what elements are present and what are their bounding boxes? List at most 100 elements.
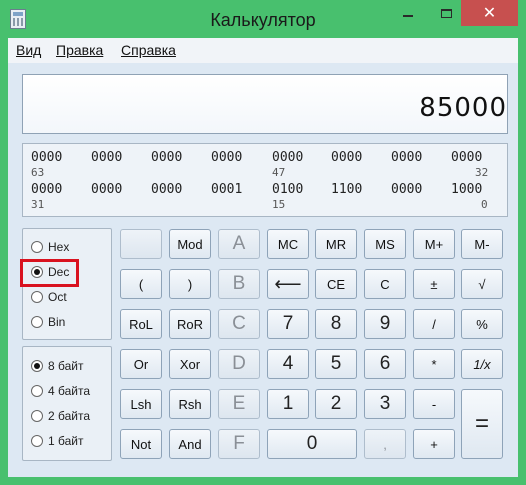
maximize-button[interactable] [431,0,461,26]
result-display: 85000 [22,74,508,134]
radio-indicator [31,360,43,372]
mc-button[interactable]: MC [267,229,309,259]
radio-oct[interactable]: Oct [31,287,67,307]
bit-position-label: 15 [272,198,286,211]
bit-group[interactable]: 0000 [451,150,482,165]
calculator-body: Вид Правка Справка 85000 0000 0000 0000 … [8,38,518,477]
not-button[interactable]: Not [120,429,162,459]
bit-group[interactable]: 0000 [151,150,182,165]
radio-1-byte[interactable]: 1 байт [31,431,83,451]
backspace-button[interactable]: ⟵ [267,269,309,299]
bit-group[interactable]: 1000 [451,182,482,197]
digit-1-button[interactable]: 1 [267,389,309,419]
digit-3-button[interactable]: 3 [364,389,406,419]
bit-group[interactable]: 0100 [272,182,303,197]
mod-button[interactable]: Mod [169,229,211,259]
bit-position-label: 32 [475,166,489,179]
bit-group[interactable]: 0000 [272,150,303,165]
title-bar[interactable]: Калькулятор ✕ [0,0,526,38]
radio-bin[interactable]: Bin [31,312,65,332]
open-paren-button[interactable]: ( [120,269,162,299]
hex-c-button[interactable]: C [218,309,260,339]
radio-2-bytes[interactable]: 2 байта [31,406,90,426]
radio-indicator [31,385,43,397]
bit-group[interactable]: 0000 [91,150,122,165]
bit-position-label: 63 [31,166,45,179]
close-button[interactable]: ✕ [461,0,518,26]
ror-button[interactable]: RoR [169,309,211,339]
menu-help[interactable]: Справка [121,42,176,58]
radio-hex[interactable]: Hex [31,237,69,257]
digit-7-button[interactable]: 7 [267,309,309,339]
rol-button[interactable]: RoL [120,309,162,339]
radio-4-bytes[interactable]: 4 байта [31,381,90,401]
bit-group[interactable]: 0000 [31,150,62,165]
hex-d-button[interactable]: D [218,349,260,379]
hex-f-button[interactable]: F [218,429,260,459]
divide-button[interactable]: / [413,309,455,339]
radio-indicator [31,291,43,303]
bit-group[interactable]: 0000 [391,150,422,165]
rsh-button[interactable]: Rsh [169,389,211,419]
radio-indicator [31,410,43,422]
bit-display: 0000 0000 0000 0000 0000 0000 0000 0000 … [22,143,508,217]
word-size-group: 8 байт 4 байта 2 байта 1 байт [22,346,112,461]
close-icon: ✕ [482,3,497,22]
reciprocal-button[interactable]: 1/x [461,349,503,379]
digit-5-button[interactable]: 5 [315,349,357,379]
percent-button[interactable]: % [461,309,503,339]
bit-group[interactable]: 0000 [91,182,122,197]
equals-button[interactable]: = [461,389,503,459]
digit-9-button[interactable]: 9 [364,309,406,339]
clear-entry-button[interactable]: CE [315,269,357,299]
bit-group[interactable]: 0000 [151,182,182,197]
dec-highlight-box [20,259,79,287]
plus-minus-button[interactable]: ± [413,269,455,299]
radio-8-bytes[interactable]: 8 байт [31,356,83,376]
digit-0-button[interactable]: 0 [267,429,357,459]
ms-button[interactable]: MS [364,229,406,259]
menu-view[interactable]: Вид [16,42,41,58]
menu-bar: Вид Правка Справка [8,38,518,63]
radio-indicator [31,241,43,253]
maximize-icon [440,8,452,18]
digit-2-button[interactable]: 2 [315,389,357,419]
menu-edit[interactable]: Правка [56,42,103,58]
bit-group[interactable]: 0000 [31,182,62,197]
radio-indicator [31,435,43,447]
bit-position-label: 0 [481,198,488,211]
bit-group[interactable]: 0000 [391,182,422,197]
mr-button[interactable]: MR [315,229,357,259]
minimize-icon [403,15,413,17]
close-paren-button[interactable]: ) [169,269,211,299]
hex-a-button[interactable]: A [218,229,260,259]
hex-e-button[interactable]: E [218,389,260,419]
bit-group[interactable]: 0000 [211,150,242,165]
digit-6-button[interactable]: 6 [364,349,406,379]
minus-button[interactable]: - [413,389,455,419]
calculator-window: Калькулятор ✕ Вид Правка Справка 85000 0… [0,0,526,485]
or-button[interactable]: Or [120,349,162,379]
display-value: 85000 [419,93,507,123]
multiply-button[interactable]: * [413,349,455,379]
bit-group[interactable]: 0001 [211,182,242,197]
bit-group[interactable]: 1100 [331,182,362,197]
bit-position-label: 47 [272,166,286,179]
minimize-button[interactable] [385,0,431,26]
decimal-button[interactable]: , [364,429,406,459]
blank-button[interactable] [120,229,162,259]
m-minus-button[interactable]: M- [461,229,503,259]
bit-group[interactable]: 0000 [331,150,362,165]
xor-button[interactable]: Xor [169,349,211,379]
plus-button[interactable]: + [413,429,455,459]
lsh-button[interactable]: Lsh [120,389,162,419]
m-plus-button[interactable]: M+ [413,229,455,259]
radio-indicator [31,316,43,328]
and-button[interactable]: And [169,429,211,459]
bit-position-label: 31 [31,198,45,211]
sqrt-button[interactable]: √ [461,269,503,299]
digit-4-button[interactable]: 4 [267,349,309,379]
hex-b-button[interactable]: B [218,269,260,299]
clear-button[interactable]: C [364,269,406,299]
digit-8-button[interactable]: 8 [315,309,357,339]
